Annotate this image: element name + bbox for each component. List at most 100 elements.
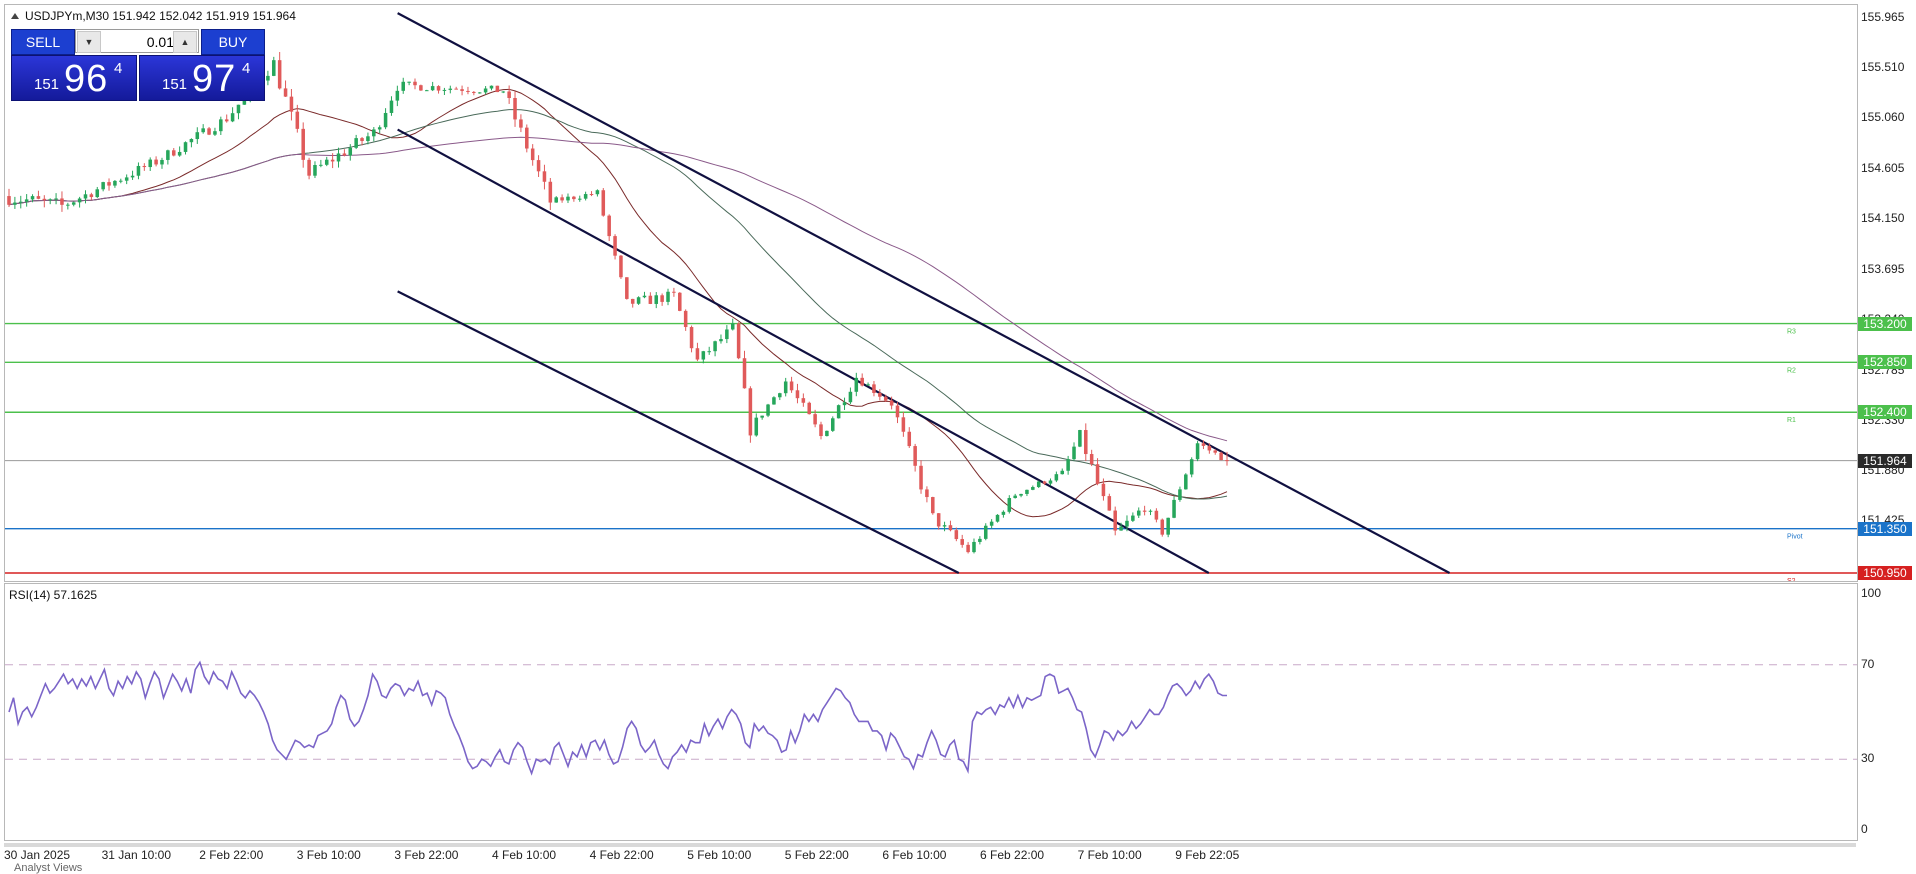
candle-body	[230, 113, 235, 122]
candle	[189, 138, 194, 148]
sell-button[interactable]: SELL	[11, 29, 75, 55]
candle-body	[995, 514, 1000, 522]
price-pane[interactable]: R3 R2 R1 Pivot S2 USDJPYm,M30 151.942 152.04…	[4, 4, 1858, 582]
triangle-up-icon[interactable]	[11, 13, 19, 19]
candle-body	[89, 194, 94, 198]
time-axis[interactable]: 30 Jan 2025 31 Jan 10:00 2 Feb 22:00 3 Feb …	[0, 840, 1860, 874]
buy-button[interactable]: BUY	[201, 29, 265, 55]
candle-body	[819, 424, 823, 437]
price-axis[interactable]: 155.965 155.510 155.060 154.605 154.150 153.6…	[1857, 4, 1916, 840]
candle-body	[548, 181, 553, 203]
candle-body	[466, 90, 470, 92]
sell-quote[interactable]: 151 96 4	[11, 55, 137, 101]
candle	[583, 191, 588, 201]
candle	[313, 161, 317, 179]
candle-body	[536, 160, 541, 172]
time-tick-label: 3 Feb 10:00	[296, 848, 361, 862]
buy-price-fraction: 4	[242, 60, 251, 77]
time-tick-label: 4 Feb 10:00	[492, 848, 557, 862]
candle	[101, 181, 105, 192]
lot-size-stepper[interactable]: ▼ ▲	[75, 29, 199, 53]
arrow-down-icon[interactable]: ▼	[77, 31, 101, 53]
candle	[736, 322, 741, 360]
candle-body	[978, 538, 982, 542]
time-tick-label: 2 Feb 22:00	[199, 848, 264, 862]
candle-body	[266, 75, 270, 81]
candle	[1048, 478, 1053, 486]
candle	[1148, 509, 1153, 516]
candle	[760, 415, 764, 420]
candle	[589, 191, 594, 197]
price-tick-label: 155.060	[1861, 110, 1905, 125]
candle-body	[454, 88, 458, 90]
candle-body	[436, 86, 441, 91]
arrow-up-icon[interactable]: ▲	[173, 31, 197, 53]
candle-body	[1078, 430, 1082, 447]
candle-body	[1225, 460, 1229, 462]
candle	[319, 159, 323, 168]
candle	[801, 393, 806, 407]
candle-body	[177, 151, 182, 156]
candle	[507, 85, 511, 104]
candle-body	[583, 194, 588, 199]
price-chart[interactable]: R3 R2 R1 Pivot S2	[5, 5, 1857, 581]
candle	[807, 401, 811, 415]
candle-body	[554, 197, 558, 203]
candle-body	[1119, 526, 1123, 531]
candle-body	[1201, 443, 1206, 446]
candle-body	[1054, 474, 1059, 481]
buy-price-prefix: 151	[162, 76, 188, 93]
price-tick-label: 154.605	[1861, 160, 1905, 175]
candle-body	[101, 182, 105, 190]
time-tick-label: 9 Feb 22:05	[1175, 848, 1240, 862]
rsi-pane[interactable]: RSI(14) 57.1625	[4, 583, 1858, 841]
candle-body	[1160, 519, 1165, 535]
candle-body	[7, 196, 11, 205]
candle-body	[207, 128, 211, 135]
candle	[878, 389, 882, 401]
moving-average-line	[8, 109, 1228, 500]
candle	[630, 298, 635, 308]
candle	[113, 180, 117, 188]
candle	[572, 195, 576, 202]
candle-body	[83, 194, 88, 199]
candle-body	[236, 104, 241, 114]
candle	[201, 124, 205, 134]
candle	[1136, 507, 1141, 519]
buy-quote[interactable]: 151 97 4	[139, 55, 265, 101]
candle	[577, 195, 582, 202]
candle-body	[1148, 510, 1153, 512]
candle-body	[913, 446, 917, 466]
candle	[154, 156, 158, 167]
candle-body	[825, 430, 829, 437]
candle	[660, 293, 664, 306]
candle	[1036, 480, 1041, 489]
candle	[766, 403, 770, 418]
candle	[954, 527, 959, 542]
candle-body	[730, 323, 735, 330]
candle-body	[907, 431, 912, 447]
candle	[24, 194, 29, 207]
candle	[224, 114, 229, 123]
candle	[983, 523, 988, 541]
candle-body	[501, 91, 506, 93]
candle-body	[1066, 459, 1070, 471]
candle	[901, 411, 906, 437]
candle-body	[936, 513, 941, 527]
moving-average-line	[8, 88, 1228, 518]
rsi-chart[interactable]	[5, 584, 1857, 840]
candle-body	[148, 159, 152, 168]
candle	[948, 520, 953, 532]
candle	[1107, 493, 1112, 511]
candle-body	[772, 397, 776, 405]
candle	[1095, 458, 1100, 486]
candle-body	[136, 165, 141, 176]
lot-size-input[interactable]	[102, 32, 176, 52]
candle	[654, 292, 659, 309]
candle	[1089, 449, 1094, 467]
time-tick-label: 5 Feb 10:00	[687, 848, 752, 862]
candle	[536, 155, 541, 177]
candle	[995, 514, 1000, 523]
candle-body	[1207, 445, 1212, 451]
candle-body	[1166, 517, 1170, 535]
